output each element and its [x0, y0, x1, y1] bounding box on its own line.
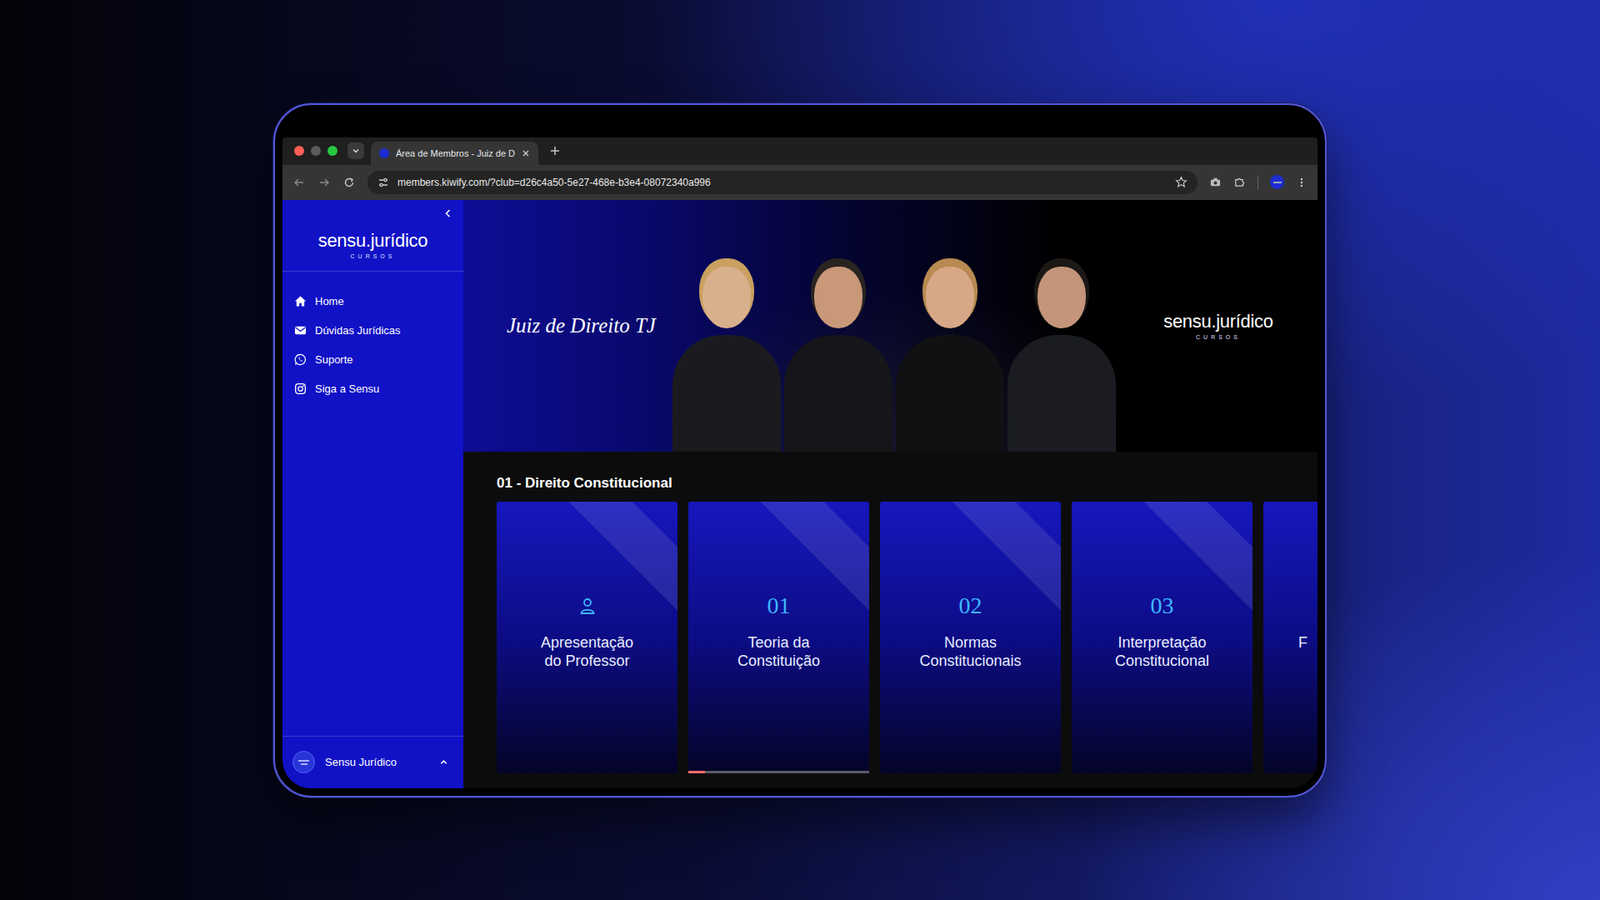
sidebar-item-label: Siga a Sensu: [315, 382, 380, 395]
lesson-card[interactable]: 01 Teoria da Constituição: [688, 501, 870, 774]
module-section: 01 - Direito Constitucional Apresentação …: [463, 451, 1318, 774]
home-icon: [294, 295, 307, 308]
favicon-icon: [379, 148, 390, 159]
person-icon: [577, 591, 598, 620]
sidebar-logo[interactable]: sensu.jurídicoCURSOS: [282, 218, 464, 272]
lesson-title: Teoria da Constituição: [725, 633, 834, 670]
instructor-figure: [1007, 266, 1116, 452]
device-frame: Área de Membros - Juiz de D members.kiwif…: [273, 103, 1327, 798]
back-arrow-icon[interactable]: [292, 175, 306, 190]
forward-arrow-icon[interactable]: [317, 175, 331, 190]
sidebar-menu: Home Dúvidas Jurídicas Suporte Siga a Sensu: [282, 271, 464, 404]
plus-icon[interactable]: [550, 145, 560, 156]
lesson-card[interactable]: 03 Interpretação Constitucional: [1071, 501, 1253, 774]
lesson-progress-bar: [688, 770, 870, 774]
chevron-up-icon: [439, 757, 449, 767]
banner-logo-text: sensu.jurídico: [1163, 310, 1274, 333]
reload-icon[interactable]: [342, 175, 356, 190]
lesson-card[interactable]: Apresentação do Professor: [496, 501, 678, 774]
main-content: Juiz de Direito TJsensu.jurídicoCURSOS01…: [463, 200, 1318, 789]
extensions-puzzle-icon[interactable]: [1233, 175, 1246, 189]
user-name: Sensu Jurídico: [325, 755, 430, 769]
tab-search-button[interactable]: [347, 142, 365, 160]
module-title: 01 - Direito Constitucional: [496, 475, 1318, 492]
sidebar-item[interactable]: Suporte: [282, 345, 464, 375]
banner-logo-subtitle: CURSOS: [1195, 334, 1241, 340]
lesson-title: Interpretação Constitucional: [1108, 633, 1217, 670]
window-controls: [294, 145, 338, 156]
lesson-title: Normas Constitucionais: [916, 633, 1025, 670]
sidebar-item-label: Dúvidas Jurídicas: [315, 324, 401, 337]
lesson-number: 03: [1150, 591, 1175, 620]
lesson-carousel: Apresentação do Professor 01 Teoria da Con…: [496, 501, 1318, 774]
sidebar-item[interactable]: Home: [282, 286, 464, 316]
toolbar: members.kiwify.com/?club=d26c4a50-5e27-4…: [282, 165, 1318, 200]
chevron-down-icon: [351, 146, 360, 155]
sidebar-item[interactable]: Siga a Sensu: [282, 374, 464, 404]
sidebar-item-label: Home: [315, 295, 345, 308]
lesson-title: F: [1298, 633, 1308, 652]
tab-bar: Área de Membros - Juiz de D: [282, 137, 1318, 165]
banner-logo: sensu.jurídicoCURSOS: [1119, 200, 1318, 452]
backdrop: Área de Membros - Juiz de D members.kiwif…: [0, 0, 1600, 900]
course-banner: Juiz de Direito TJ sensu.jurídicoCURSOS: [463, 200, 1318, 452]
close-icon[interactable]: [521, 149, 530, 158]
collapse-chevron-icon[interactable]: [443, 208, 454, 219]
close-window-button[interactable]: [294, 145, 305, 156]
browser-window: Área de Membros - Juiz de D members.kiwif…: [282, 137, 1318, 789]
user-menu[interactable]: Sensu Jurídico: [282, 735, 464, 789]
site-settings-icon[interactable]: [377, 176, 390, 189]
lesson-card[interactable]: F: [1263, 501, 1318, 774]
envelope-icon: [294, 324, 307, 337]
star-icon[interactable]: [1175, 175, 1188, 189]
toolbar-actions: [1209, 175, 1308, 190]
camera-icon[interactable]: [1209, 175, 1222, 189]
sidebar: sensu.jurídicoCURSOS Home Dúvidas Jurídica…: [282, 200, 464, 789]
lesson-title: Apresentação do Professor: [533, 633, 642, 670]
instructor-figure: [784, 266, 893, 452]
sidebar-header: [282, 200, 464, 219]
whatsapp-icon: [294, 353, 307, 366]
instructor-figure: [672, 266, 781, 452]
sidebar-item-label: Suporte: [315, 353, 354, 366]
address-bar[interactable]: members.kiwify.com/?club=d26c4a50-5e27-4…: [367, 170, 1198, 195]
logo-subtitle: CURSOS: [350, 253, 396, 260]
sidebar-item[interactable]: Dúvidas Jurídicas: [282, 315, 464, 345]
lesson-card[interactable]: 02 Normas Constitucionais: [880, 501, 1061, 774]
minimize-window-button[interactable]: [310, 145, 321, 156]
instagram-icon: [294, 382, 307, 395]
banner-title-area: Juiz de Direito TJ: [463, 200, 670, 452]
maximize-window-button[interactable]: [327, 145, 338, 156]
banner-photo: [669, 200, 1120, 452]
members-page: sensu.jurídicoCURSOSHomeDúvidas Jurídica…: [282, 200, 1318, 789]
browser-tab[interactable]: Área de Membros - Juiz de D: [370, 141, 539, 165]
instructor-figure: [895, 266, 1005, 452]
toolbar-divider: [1257, 175, 1259, 190]
profile-avatar-icon[interactable]: [1270, 175, 1285, 190]
lesson-number: 02: [959, 591, 983, 620]
url-text: members.kiwify.com/?club=d26c4a50-5e27-4…: [397, 176, 1167, 189]
logo-text: sensu.jurídico: [318, 230, 429, 252]
lesson-number: 01: [767, 591, 791, 620]
banner-title: Juiz de Direito TJ: [506, 314, 656, 338]
user-avatar-icon: [292, 750, 315, 774]
menu-dots-icon[interactable]: [1295, 176, 1308, 189]
tab-title: Área de Membros - Juiz de D: [395, 148, 515, 159]
lesson-progress-fill: [688, 770, 705, 774]
